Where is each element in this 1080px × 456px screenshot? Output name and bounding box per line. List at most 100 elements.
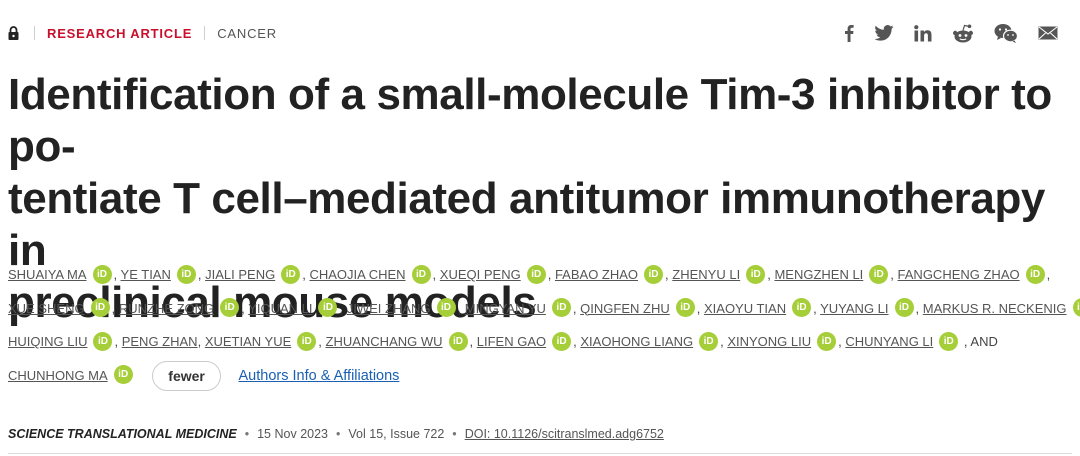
orcid-icon[interactable]: iD <box>90 298 110 318</box>
share-bar <box>844 23 1058 43</box>
orcid-icon[interactable]: iD <box>675 298 695 318</box>
comma: , <box>241 300 245 316</box>
comma: , <box>696 300 701 316</box>
author-line: CHUNHONG MA iD fewer Authors Info & Affil… <box>8 359 1076 393</box>
author-link[interactable]: XUEQI PENG <box>440 267 521 282</box>
publication-date: 15 Nov 2023 <box>257 427 328 441</box>
orcid-icon[interactable]: iD <box>939 331 959 351</box>
orcid-icon[interactable]: iD <box>699 331 719 351</box>
orcid-icon[interactable]: iD <box>817 331 837 351</box>
twitter-icon[interactable] <box>874 25 894 41</box>
orcid-icon[interactable]: iD <box>411 264 431 284</box>
author-link[interactable]: FABAO ZHAO <box>555 267 638 282</box>
divider <box>204 26 206 40</box>
author-link[interactable]: MINGYAN YU <box>465 301 546 316</box>
author-link[interactable]: JIALI PENG <box>205 267 275 282</box>
publication-meta: SCIENCE TRANSLATIONAL MEDICINE • 15 Nov 20… <box>8 427 664 441</box>
bullet-separator: • <box>452 427 457 441</box>
orcid-icon[interactable]: iD <box>1072 298 1080 318</box>
comma: , <box>915 300 920 316</box>
author-link[interactable]: XIAOYU TIAN <box>704 301 786 316</box>
orcid-icon[interactable]: iD <box>113 365 133 385</box>
title-line: Identification of a small-molecule Tim-3… <box>8 70 1052 171</box>
orcid-icon[interactable]: iD <box>792 298 812 318</box>
orcid-icon[interactable]: iD <box>1025 264 1045 284</box>
author-link[interactable]: ZHUANCHANG WU <box>326 334 443 349</box>
comma: , <box>547 267 552 282</box>
linkedin-icon[interactable] <box>914 24 932 42</box>
orcid-icon[interactable]: iD <box>552 331 572 351</box>
orcid-icon[interactable]: iD <box>436 298 456 318</box>
comma: , <box>838 334 842 349</box>
orcid-icon[interactable]: iD <box>644 264 664 284</box>
author-link[interactable]: YUYANG LI <box>820 301 888 316</box>
comma: , <box>432 267 437 282</box>
author-link[interactable]: CHUNYANG LI <box>845 334 933 349</box>
author-link[interactable]: CHUNHONG MA <box>8 368 108 383</box>
comma: , <box>767 267 771 282</box>
comma: , <box>665 267 669 282</box>
author-link[interactable]: YE TIAN <box>121 267 171 282</box>
author-link[interactable]: MARKUS R. NECKENIG <box>923 301 1067 316</box>
email-icon[interactable] <box>1038 26 1058 40</box>
reddit-icon[interactable] <box>952 24 974 43</box>
orcid-icon[interactable]: iD <box>220 298 240 318</box>
orcid-icon[interactable]: iD <box>526 264 546 284</box>
author-link[interactable]: YIQUAN LI <box>248 301 312 316</box>
article-header-bar: RESEARCH ARTICLE CANCER <box>8 22 1058 44</box>
orcid-icon[interactable]: iD <box>894 298 914 318</box>
volume-issue: Vol 15, Issue 722 <box>348 427 445 441</box>
author-link[interactable]: PENG ZHAN <box>122 334 198 349</box>
comma: , <box>111 300 116 316</box>
author-link[interactable]: CHAOJIA CHEN <box>309 267 405 282</box>
comma: , <box>302 267 306 282</box>
author-link[interactable]: XUETIAN YUE <box>205 334 291 349</box>
fewer-authors-button[interactable]: fewer <box>152 361 221 392</box>
comma: , <box>197 334 202 349</box>
orcid-icon[interactable]: iD <box>869 264 889 284</box>
comma: , <box>813 300 817 316</box>
facebook-icon[interactable] <box>844 24 854 42</box>
author-link[interactable]: LIFEN GAO <box>477 334 546 349</box>
orcid-icon[interactable]: iD <box>176 264 196 284</box>
journal-name[interactable]: SCIENCE TRANSLATIONAL MEDICINE <box>8 427 237 441</box>
author-line: XUE SHENG iD, RUNZHE ZONG iD, YIQUAN LI iD,… <box>8 292 1080 326</box>
author-link[interactable]: QINGFEN ZHU <box>580 301 670 316</box>
author-link[interactable]: MENGZHEN LI <box>774 267 863 282</box>
comma: , <box>469 334 474 349</box>
comma: , <box>1046 267 1051 282</box>
author-link[interactable]: XIAOHONG LIANG <box>580 334 693 349</box>
orcid-icon[interactable]: iD <box>551 298 571 318</box>
comma: , <box>457 300 462 316</box>
author-line: HUIQING LIU iD, PENG ZHAN, XUETIAN YUE iD,… <box>8 325 1076 359</box>
author-line: SHUAIYA MA iD, YE TIAN iD, JIALI PENG iD, C… <box>8 258 1076 292</box>
author-link[interactable]: HUIQING LIU <box>8 334 87 349</box>
orcid-icon[interactable]: iD <box>448 331 468 351</box>
author-link[interactable]: XUE SHENG <box>8 301 85 316</box>
author-link[interactable]: JIWEI ZHANG <box>347 301 431 316</box>
orcid-icon[interactable]: iD <box>297 331 317 351</box>
author-link[interactable]: XINYONG LIU <box>727 334 811 349</box>
author-link[interactable]: ZHENYU LI <box>672 267 740 282</box>
author-list: SHUAIYA MA iD, YE TIAN iD, JIALI PENG iD, C… <box>8 258 1080 393</box>
article-type-label[interactable]: RESEARCH ARTICLE <box>47 26 192 41</box>
doi-link[interactable]: DOI: 10.1126/scitranslmed.adg6752 <box>465 427 664 441</box>
author-link[interactable]: RUNZHE ZONG <box>119 301 214 316</box>
comma: , <box>573 334 577 349</box>
orcid-icon[interactable]: iD <box>92 264 112 284</box>
subject-label[interactable]: CANCER <box>217 26 277 41</box>
wechat-icon[interactable] <box>994 23 1018 43</box>
author-link[interactable]: SHUAIYA MA <box>8 267 87 282</box>
orcid-icon[interactable]: iD <box>93 331 113 351</box>
lock-icon <box>8 25 20 41</box>
comma: , <box>339 300 344 316</box>
bullet-separator: • <box>336 427 341 441</box>
orcid-icon[interactable]: iD <box>281 264 301 284</box>
affiliations-link[interactable]: Authors Info & Affiliations <box>239 368 400 384</box>
orcid-icon[interactable]: iD <box>746 264 766 284</box>
comma: , <box>114 334 119 349</box>
orcid-icon[interactable]: iD <box>318 298 338 318</box>
comma: , <box>318 334 322 349</box>
author-link[interactable]: FANGCHENG ZHAO <box>898 267 1020 282</box>
comma: , <box>572 300 577 316</box>
